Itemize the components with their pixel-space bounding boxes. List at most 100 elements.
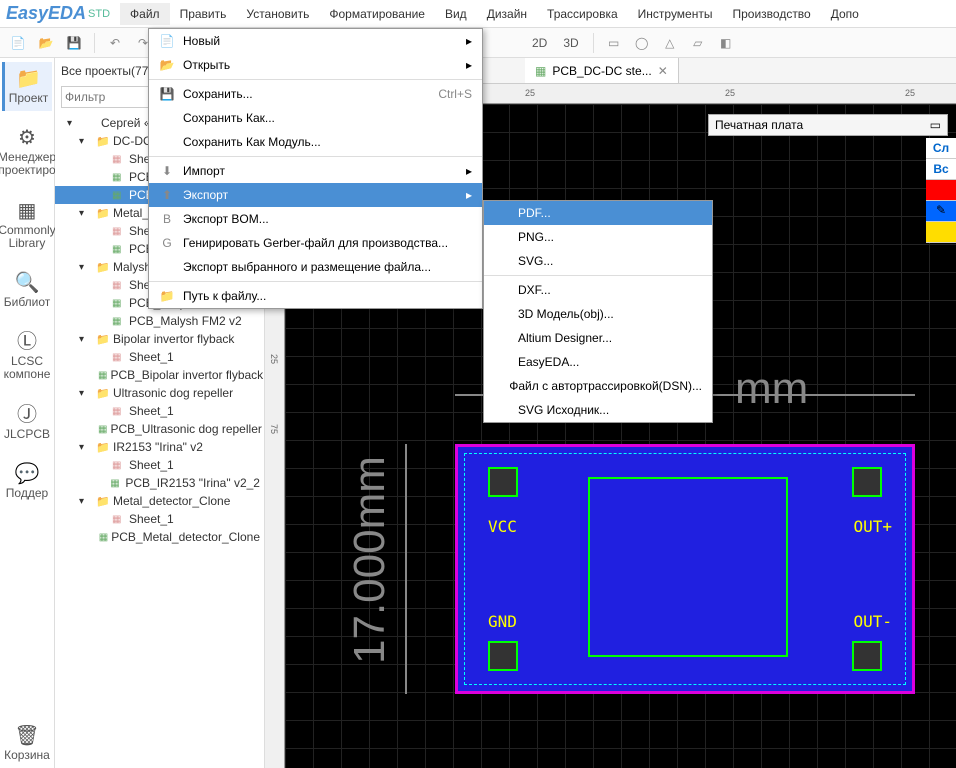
info-panel[interactable]: Печатная плата ▭ (708, 114, 948, 136)
menu-item[interactable]: DXF... (484, 278, 712, 302)
minimize-icon[interactable]: ▭ (930, 118, 941, 132)
folder-icon (96, 441, 110, 454)
lcsc-icon: Ⓛ (17, 331, 37, 353)
tree-item[interactable]: PCB_Bipolar invertor flyback powe (55, 366, 264, 384)
tree-item[interactable]: Ultrasonic dog repeller (55, 384, 264, 402)
menu-item[interactable]: Сохранить Как... (149, 106, 482, 130)
tree-item[interactable]: PCB_Ultrasonic dog repeller (55, 420, 264, 438)
tree-item[interactable]: Sheet_1 (55, 348, 264, 366)
expand-icon[interactable] (79, 136, 93, 147)
menu-править[interactable]: Править (170, 3, 237, 25)
tree-item[interactable]: PCB_IR2153 "Irina" v2_2 (55, 474, 264, 492)
menu-item[interactable]: PDF... (484, 201, 712, 225)
tree-item[interactable]: Sheet_1 (55, 402, 264, 420)
tool-icon[interactable]: ◯ (630, 31, 654, 55)
menu-item[interactable]: SVG... (484, 249, 712, 273)
tree-item[interactable]: Sheet_1 (55, 456, 264, 474)
menu-форматирование[interactable]: Форматирование (319, 3, 435, 25)
tree-item[interactable]: PCB_Metal_detector_Clone (55, 528, 264, 546)
tree-item[interactable]: PCB_Malysh FM2 v2 (55, 312, 264, 330)
tree-label: PCB_Bipolar invertor flyback powe (110, 368, 264, 382)
open-folder-icon[interactable]: 📂 (34, 31, 58, 55)
tool-icon[interactable]: ◧ (714, 31, 738, 55)
pad[interactable] (488, 467, 518, 497)
leftbar-manager[interactable]: ⚙Менеджер проектиро (2, 121, 52, 183)
leftbar-common[interactable]: ▦Commonly Library (2, 194, 52, 256)
tree-item[interactable]: Sheet_1 (55, 510, 264, 528)
save-icon[interactable]: 💾 (62, 31, 86, 55)
pad[interactable] (852, 467, 882, 497)
help-icon: 💬 (15, 463, 40, 485)
menu-item[interactable]: ⬆Экспорт▸ (149, 183, 482, 207)
tree-item[interactable]: Bipolar invertor flyback (55, 330, 264, 348)
menu-вид[interactable]: Вид (435, 3, 477, 25)
leftbar-project[interactable]: 📁Проект (2, 62, 52, 111)
menu-допо[interactable]: Допо (821, 3, 869, 25)
layer-blue[interactable]: ✎ (926, 201, 956, 222)
pcb-board[interactable]: VCC GND OUT+ OUT- (455, 444, 915, 694)
menu-item[interactable]: EasyEDA... (484, 350, 712, 374)
leftbar-jlcpcb[interactable]: ⒿJLCPCB (2, 398, 52, 447)
silk-vcc: VCC (488, 517, 517, 536)
menu-item[interactable]: 📁Путь к файлу... (149, 284, 482, 308)
submenu-arrow-icon: ▸ (466, 58, 472, 72)
menu-item[interactable]: ⬇Импорт▸ (149, 159, 482, 183)
pcb-icon (535, 64, 546, 78)
menu-установить[interactable]: Установить (236, 3, 319, 25)
view-3d[interactable]: 3D (557, 34, 584, 52)
file-menu: 📄Новый▸📂Открыть▸ 💾Сохранить...Ctrl+S Сохра… (148, 28, 483, 309)
pad[interactable] (488, 641, 518, 671)
leftbar-support[interactable]: 💬Поддер (2, 457, 52, 506)
expand-icon[interactable] (79, 442, 93, 453)
menu-item[interactable]: Сохранить Как Модуль... (149, 130, 482, 154)
tool-icon[interactable]: ▱ (686, 31, 710, 55)
trash-icon: 🗑 (14, 725, 39, 747)
tree-item[interactable]: IR2153 "Irina" v2 (55, 438, 264, 456)
layer-all[interactable]: Вс (926, 159, 956, 180)
expand-icon[interactable] (79, 208, 93, 219)
new-file-icon[interactable]: 📄 (6, 31, 30, 55)
tool-icon[interactable]: △ (658, 31, 682, 55)
tool-icon[interactable]: ▭ (602, 31, 626, 55)
expand-icon[interactable] (79, 388, 93, 399)
menu-item[interactable]: Экспорт выбранного и размещение файла... (149, 255, 482, 279)
undo-icon[interactable]: ↶ (103, 31, 127, 55)
menu-label: SVG Исходник... (518, 403, 609, 417)
menu-label: DXF... (518, 283, 551, 297)
menu-item[interactable]: BЭкспорт BOM... (149, 207, 482, 231)
view-2d[interactable]: 2D (526, 34, 553, 52)
layer-panel: Сл Вс ✎ (926, 138, 956, 243)
menu-item[interactable]: 💾Сохранить...Ctrl+S (149, 82, 482, 106)
menu-item[interactable]: 3D Модель(obj)... (484, 302, 712, 326)
pad[interactable] (852, 641, 882, 671)
tree-label: Metal_detector_Clone (113, 494, 230, 508)
menu-item[interactable]: 📂Открыть▸ (149, 53, 482, 77)
menu-label: Новый (183, 34, 220, 48)
close-icon[interactable]: ✕ (658, 64, 668, 78)
layer-red[interactable] (926, 180, 956, 201)
menu-label: Сохранить Как... (183, 111, 275, 125)
tree-item[interactable]: Metal_detector_Clone (55, 492, 264, 510)
menu-item[interactable]: GГенирировать Gerber-файл для производст… (149, 231, 482, 255)
menu-дизайн[interactable]: Дизайн (477, 3, 537, 25)
menu-item[interactable]: Файл с автортрассировкой(DSN)... (484, 374, 712, 398)
expand-icon[interactable] (79, 496, 93, 507)
menu-item[interactable]: PNG... (484, 225, 712, 249)
layer-yellow[interactable] (926, 222, 956, 243)
menu-трассировка[interactable]: Трассировка (537, 3, 628, 25)
menu-label: Экспорт BOM... (183, 212, 269, 226)
menu-item[interactable]: Altium Designer... (484, 326, 712, 350)
menu-инструменты[interactable]: Инструменты (628, 3, 723, 25)
tab-pcb[interactable]: PCB_DC-DC ste... ✕ (525, 58, 679, 83)
expand-icon[interactable] (79, 334, 93, 345)
leftbar-trash[interactable]: 🗑Корзина (2, 719, 52, 768)
menu-файл[interactable]: Файл (120, 3, 170, 25)
menu-производство[interactable]: Производство (722, 3, 820, 25)
expand-icon[interactable] (67, 118, 81, 129)
menu-item[interactable]: 📄Новый▸ (149, 29, 482, 53)
leftbar-lcsc[interactable]: ⓁLCSC компоне (2, 325, 52, 387)
expand-icon[interactable] (79, 262, 93, 273)
menu-icon: ⬇ (159, 164, 175, 178)
menu-item[interactable]: SVG Исходник... (484, 398, 712, 422)
leftbar-library[interactable]: 🔍Библиот (2, 266, 52, 315)
